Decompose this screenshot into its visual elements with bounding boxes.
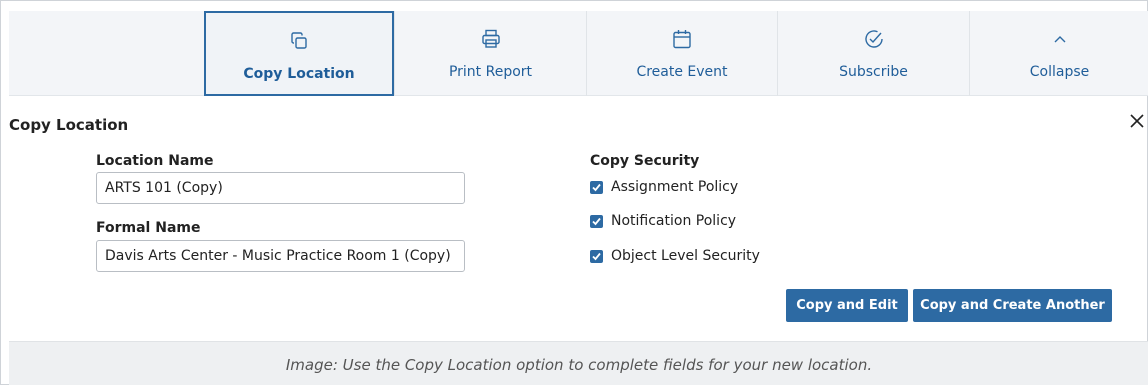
subscribe-button[interactable]: Subscribe	[777, 11, 969, 96]
collapse-label: Collapse	[1029, 64, 1090, 80]
location-name-input[interactable]	[96, 172, 465, 204]
create-event-button[interactable]: Create Event	[586, 11, 777, 96]
printer-icon	[479, 27, 503, 51]
dialog-title: Copy Location	[9, 116, 129, 134]
notification-policy-label: Notification Policy	[611, 213, 737, 229]
formal-name-input[interactable]	[96, 240, 465, 272]
create-event-label: Create Event	[636, 64, 728, 80]
close-icon[interactable]	[1126, 110, 1148, 132]
caption-bar: Image: Use the Copy Location option to c…	[9, 341, 1148, 385]
action-toolbar: Copy Location Print Report Create Event …	[9, 11, 1148, 96]
formal-name-label: Formal Name	[96, 220, 201, 236]
screenshot-frame: Copy Location Print Report Create Event …	[0, 0, 1148, 385]
copy-and-edit-button[interactable]: Copy and Edit	[786, 289, 908, 322]
copy-location-button[interactable]: Copy Location	[204, 11, 394, 96]
copy-security-label: Copy Security	[590, 153, 700, 169]
image-caption: Image: Use the Copy Location option to c…	[285, 356, 873, 374]
collapse-button[interactable]: Collapse	[969, 11, 1148, 96]
toolbar-empty-area	[9, 11, 204, 96]
object-level-security-label: Object Level Security	[611, 248, 760, 264]
assignment-policy-label: Assignment Policy	[611, 179, 739, 195]
assignment-policy-checkbox[interactable]	[590, 180, 603, 194]
notification-policy-checkbox[interactable]	[590, 214, 603, 228]
print-report-button[interactable]: Print Report	[394, 11, 586, 96]
print-report-label: Print Report	[448, 64, 533, 80]
copy-and-create-another-button[interactable]: Copy and Create Another	[913, 289, 1112, 322]
copy-icon	[287, 29, 311, 53]
subscribe-label: Subscribe	[839, 64, 908, 80]
copy-location-label: Copy Location	[243, 66, 355, 82]
notification-policy-checkbox-row[interactable]: Notification Policy	[590, 211, 736, 231]
object-level-security-checkbox-row[interactable]: Object Level Security	[590, 246, 760, 266]
location-name-label: Location Name	[96, 153, 214, 169]
object-level-security-checkbox[interactable]	[590, 249, 603, 263]
check-circle-icon	[862, 27, 886, 51]
calendar-icon	[670, 27, 694, 51]
assignment-policy-checkbox-row[interactable]: Assignment Policy	[590, 177, 738, 197]
chevron-up-icon	[1048, 27, 1072, 51]
